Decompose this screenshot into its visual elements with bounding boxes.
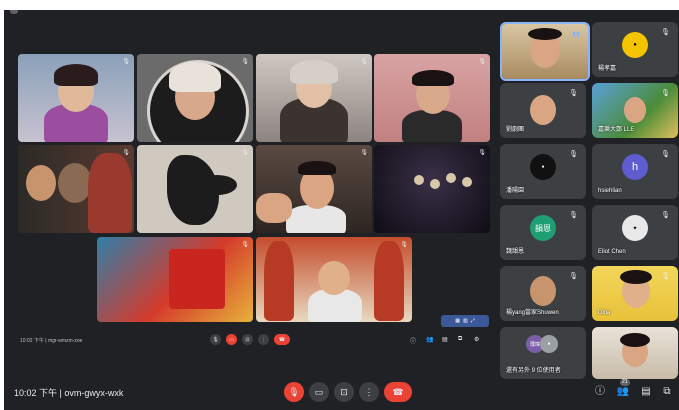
shared-screen-controls: 10:02 下午 | mgr-wmzm-zoe 🎙 ▭ ⊡ ⋮ ☎ ⓘ 👥 ▤ … <box>18 330 498 356</box>
video-tile[interactable]: 🎙 <box>374 145 490 233</box>
mic-off-icon: 🎙 <box>569 212 578 219</box>
speaking-icon: ▮▮ <box>572 31 580 38</box>
avatar: ✦ <box>622 215 648 241</box>
participant-name: hsiehlian <box>598 188 622 194</box>
mic-off-icon: 🎙 <box>661 90 670 97</box>
participant-tile[interactable] <box>592 327 678 379</box>
mic-off-icon: 🎙 <box>661 29 670 36</box>
mic-status-icon: 🎙 <box>360 150 368 156</box>
inner-present-button[interactable]: ⊡ <box>242 334 253 345</box>
inner-end-call-button[interactable]: ☎ <box>274 334 290 345</box>
end-call-icon: ☎ <box>392 386 404 397</box>
inner-clock: 10:02 下午 | mgr-wmzm-zoe <box>20 338 83 344</box>
mic-button[interactable]: 🎙 <box>284 382 304 402</box>
present-icon: ⊡ <box>340 386 348 397</box>
participant-name: 楊yang當家Shuwen <box>506 310 559 316</box>
mic-status-icon: 🎙 <box>122 59 130 65</box>
host-controls-icon[interactable]: ⚙ <box>474 336 479 343</box>
camera-icon: ▭ <box>314 386 324 397</box>
inner-mic-button[interactable]: 🎙 <box>210 334 221 345</box>
mic-off-icon: 🎙 <box>569 151 578 158</box>
video-tile[interactable]: 🎙 <box>18 145 134 233</box>
mic-status-icon: 🎙 <box>478 150 486 156</box>
inner-more-button[interactable]: ⋮ <box>258 334 269 345</box>
end-call-icon: ☎ <box>278 336 286 343</box>
video-tile[interactable]: 🎙 <box>137 54 253 142</box>
video-tile[interactable]: 🎙 <box>374 54 490 142</box>
video-tile[interactable]: 🎙 <box>137 145 253 233</box>
participant-tile[interactable]: 🎙 Dina <box>592 266 678 321</box>
more-options-button[interactable]: ⋮ <box>359 382 379 402</box>
more-icon: ⋮ <box>364 386 374 397</box>
participant-tile[interactable]: ✦ 🎙 Eliot Chen <box>592 205 678 260</box>
mic-status-icon: 🎙 <box>478 59 486 65</box>
activities-icon[interactable]: ⧉ <box>458 336 462 343</box>
participant-name: 嘉樂大鄭 LLE <box>598 127 635 133</box>
mic-off-icon: 🎙 <box>661 273 670 280</box>
participant-name: 潘陽園 <box>506 188 525 194</box>
end-call-button[interactable]: ☎ <box>384 382 412 402</box>
layout-toggle[interactable]: ▦ ▥ ⤢ <box>441 315 489 327</box>
participant-tile[interactable]: 🎙 嘉樂大鄭 LLE <box>592 83 678 138</box>
camera-button[interactable]: ▭ <box>309 382 329 402</box>
mic-status-icon: 🎙 <box>400 242 408 248</box>
camera-icon: ▭ <box>229 336 234 343</box>
mic-off-icon: 🎙 <box>661 151 670 158</box>
present-icon: ⊡ <box>245 336 250 343</box>
present-button[interactable]: ⊡ <box>334 382 354 402</box>
mic-status-icon: 🎙 <box>122 150 130 156</box>
participant-tile[interactable]: 韻恩 🎙 魏韻恩 <box>500 205 586 260</box>
chat-icon[interactable]: ▤ <box>639 385 653 399</box>
mic-status-icon: 🎙 <box>241 59 249 65</box>
more-participants-label: 還有另外 9 位使用者 <box>506 368 561 374</box>
video-tile[interactable]: 🎙 <box>256 145 372 233</box>
avatar: 韻恩 <box>530 215 556 241</box>
participant-name: 魏韻恩 <box>506 249 525 255</box>
mic-status-icon: 🎙 <box>360 59 368 65</box>
participant-name: 劉劇團 <box>506 127 525 133</box>
video-tile[interactable]: 🎙 <box>97 237 253 322</box>
avatar: ● <box>622 32 648 58</box>
more-icon: ⋮ <box>261 336 266 343</box>
people-icon[interactable]: 👥 <box>426 336 433 343</box>
mic-status-icon: 🎙 <box>241 150 249 156</box>
participant-name: 楊孝嘉 <box>598 66 617 72</box>
participant-tile-active[interactable]: ▮▮ <box>500 22 590 81</box>
mic-icon: 🎙 <box>212 336 219 343</box>
participant-tile[interactable]: 🎙 劉劇團 <box>500 83 586 138</box>
video-tile[interactable]: 🎙 <box>256 237 412 322</box>
info-icon[interactable]: ⓘ <box>593 385 607 399</box>
inner-camera-button[interactable]: ▭ <box>226 334 237 345</box>
video-tile[interactable]: 🎙 <box>18 54 134 142</box>
meeting-clock: 10:02 下午 | ovm-gwyx-wxk <box>14 388 124 398</box>
participant-tile[interactable]: ● 🎙 楊孝嘉 <box>592 22 678 77</box>
activities-icon[interactable]: ⧉ <box>660 385 674 399</box>
avatar: ● <box>540 335 558 353</box>
participant-name: Eliot Chen <box>598 249 626 255</box>
meet-window: 🎙 🎙 🎙 🎙 🎙 🎙 🎙 🎙 🎙 🎙 ▦ ▥ ⤢ 10:02 下午 | mgr… <box>4 10 679 410</box>
participant-tile[interactable]: 🎙 楊yang當家Shuwen <box>500 266 586 321</box>
top-indicator <box>10 10 18 14</box>
meeting-code: ovm-gwyx-wxk <box>64 388 124 398</box>
mic-off-icon: 🎙 <box>288 386 300 397</box>
video-tile[interactable]: 🎙 <box>256 54 372 142</box>
info-icon[interactable]: ⓘ <box>410 336 416 345</box>
participant-tile[interactable]: ● 🎙 潘陽園 <box>500 144 586 199</box>
people-icon[interactable]: 👥 <box>616 385 630 399</box>
avatar: ● <box>530 154 556 180</box>
participant-count-badge: 21 <box>620 379 630 386</box>
mic-off-icon: 🎙 <box>569 90 578 97</box>
participant-name: Dina <box>598 310 611 316</box>
mic-status-icon: 🎙 <box>241 242 249 248</box>
expand-icon: ⤢ <box>470 318 475 324</box>
chat-icon[interactable]: ▤ <box>442 336 448 343</box>
grid-icon: ▦ <box>455 318 460 324</box>
sidebar-icon: ▥ <box>462 318 468 324</box>
control-bar: 10:02 下午 | ovm-gwyx-wxk 🎙 ▭ ⊡ ⋮ ☎ ⓘ 👥 21… <box>4 374 679 410</box>
participant-tile[interactable]: h 🎙 hsiehlian <box>592 144 678 199</box>
mic-off-icon: 🎙 <box>569 273 578 280</box>
more-participants-tile[interactable]: 璞瑋 ● 還有另外 9 位使用者 <box>500 327 586 379</box>
avatar: h <box>622 154 648 180</box>
mic-off-icon: 🎙 <box>661 212 670 219</box>
